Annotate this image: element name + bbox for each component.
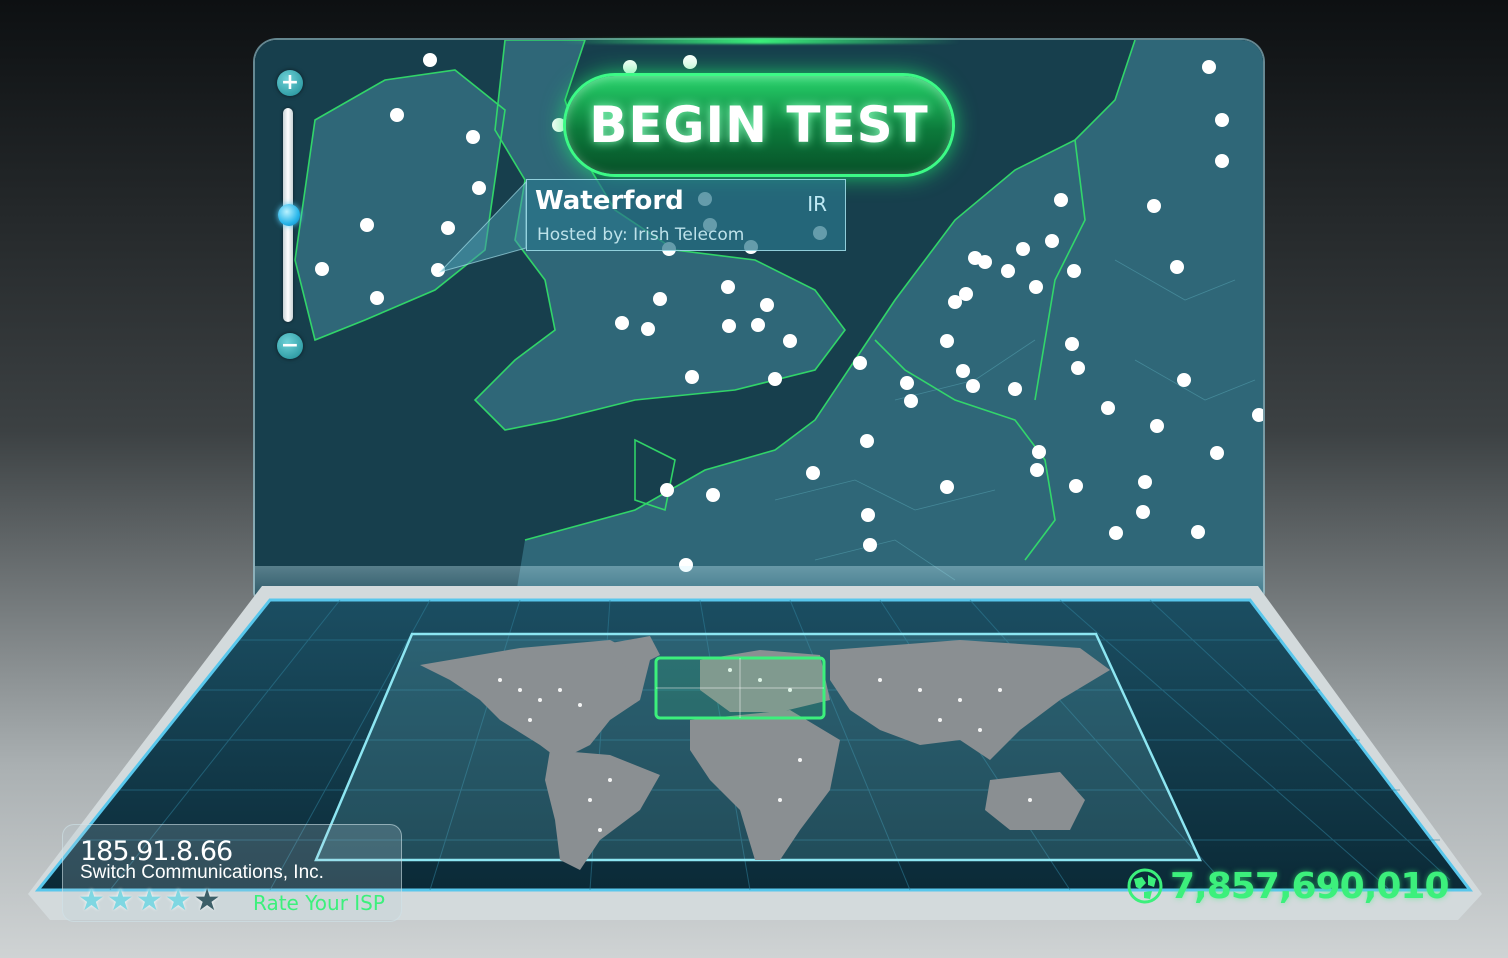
star-filled-icon[interactable]: ★ (107, 884, 134, 918)
star-filled-icon[interactable]: ★ (78, 884, 105, 918)
star-empty-icon[interactable]: ★ (194, 884, 221, 918)
globe-icon (1127, 868, 1163, 904)
star-filled-icon[interactable]: ★ (165, 884, 192, 918)
speedtest-app: + − BEGIN TEST Waterford IR Hosted by: I… (0, 0, 1508, 958)
world-map-platform (28, 586, 1482, 920)
star-filled-icon[interactable]: ★ (136, 884, 163, 918)
isp-name: Switch Communications, Inc. (80, 862, 324, 883)
test-count-value: 7,857,690,010 (1170, 865, 1450, 907)
tests-counter: 7,857,690,010 (1126, 864, 1450, 908)
rate-isp-link[interactable]: Rate Your ISP (253, 891, 385, 915)
isp-rating-stars[interactable]: ★ ★ ★ ★ ★ (78, 884, 221, 918)
